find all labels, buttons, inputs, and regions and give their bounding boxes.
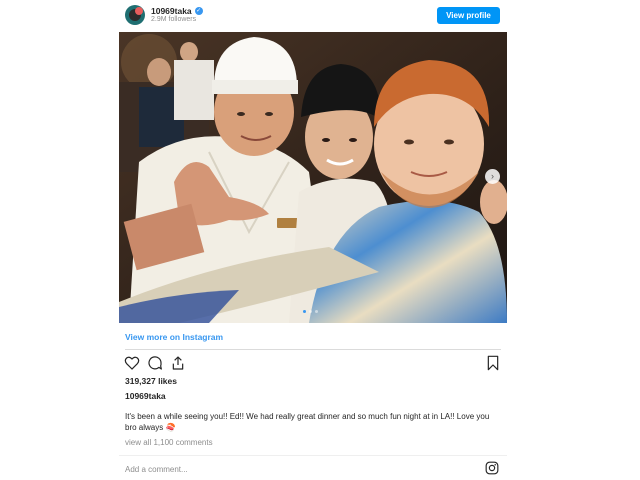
caption-username[interactable]: 10969taka xyxy=(125,391,166,401)
comment-bar xyxy=(119,455,507,480)
sushi-emoji-icon: 🍣 xyxy=(165,423,176,432)
view-more-link[interactable]: View more on Instagram xyxy=(125,332,223,342)
comment-icon[interactable] xyxy=(147,355,163,371)
username-text[interactable]: 10969taka xyxy=(151,6,192,16)
comment-input[interactable] xyxy=(125,463,425,475)
post-header: 10969taka ✓ 2.9M followers View profile xyxy=(119,0,507,32)
carousel-dot xyxy=(303,310,306,313)
avatar[interactable] xyxy=(125,5,145,25)
next-slide-chevron-icon[interactable]: › xyxy=(485,169,500,184)
bookmark-icon[interactable] xyxy=(485,355,501,371)
divider xyxy=(125,349,501,350)
caption-text: It's been a while seeing you!! Ed!! We h… xyxy=(125,411,503,433)
like-count[interactable]: 319,327 likes xyxy=(125,376,177,386)
heart-icon[interactable] xyxy=(124,355,140,371)
profile-username[interactable]: 10969taka ✓ xyxy=(151,6,203,16)
post-photo[interactable]: › xyxy=(119,32,507,323)
instagram-logo-icon[interactable] xyxy=(485,461,499,475)
instagram-embed: 10969taka ✓ 2.9M followers View profile xyxy=(119,0,507,480)
share-icon[interactable] xyxy=(170,355,186,371)
action-bar xyxy=(124,355,186,371)
caption-body: It's been a while seeing you!! Ed!! We h… xyxy=(125,412,490,432)
verified-badge-icon: ✓ xyxy=(194,7,203,15)
follower-count: 2.9M followers xyxy=(151,16,197,23)
carousel-dot xyxy=(309,310,312,313)
carousel-dot xyxy=(315,310,318,313)
view-comments-link[interactable]: view all 1,100 comments xyxy=(125,438,213,447)
photo-illustration xyxy=(119,32,507,323)
carousel-dots xyxy=(303,310,318,313)
view-profile-button[interactable]: View profile xyxy=(437,7,500,24)
